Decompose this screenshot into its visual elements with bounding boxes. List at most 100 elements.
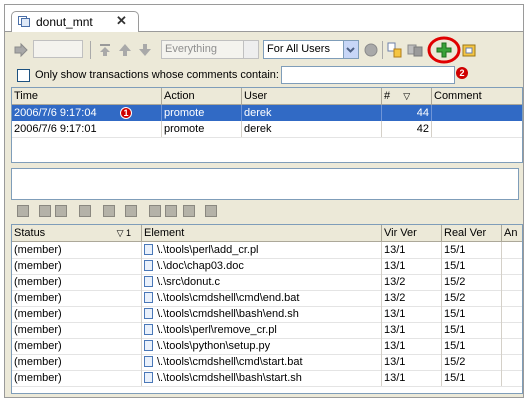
element-path: \.\doc\chap03.doc xyxy=(157,260,244,272)
element-row[interactable]: (member) \.\tools\perl\remove_cr.pl 13/1 15… xyxy=(12,322,522,339)
chevron-down-icon[interactable] xyxy=(343,41,358,58)
callout-1: 1 xyxy=(120,107,132,119)
tab-donut-mnt[interactable]: donut_mnt ✕ xyxy=(11,11,139,32)
compare-icon[interactable] xyxy=(387,42,403,58)
col-user[interactable]: User xyxy=(242,88,382,104)
cell-comment xyxy=(432,121,522,137)
cell-number: 44 xyxy=(382,105,432,121)
cell-comment xyxy=(432,105,522,121)
history-tab-icon xyxy=(18,16,30,27)
users-select[interactable]: For All Users xyxy=(263,40,359,59)
col-comment[interactable]: Comment xyxy=(432,88,522,104)
element-path: \.\tools\python\setup.py xyxy=(157,340,271,352)
col-an[interactable]: An xyxy=(502,225,522,241)
cell-element: \.\tools\perl\add_cr.pl xyxy=(142,242,382,258)
cell-status: (member) xyxy=(12,258,142,274)
scope-select[interactable]: Everything xyxy=(161,40,259,59)
promote-icon[interactable] xyxy=(149,205,161,217)
cell-an xyxy=(502,274,522,290)
tab-strip: donut_mnt ✕ xyxy=(5,5,523,32)
comment-textarea[interactable] xyxy=(11,168,519,200)
cell-user: derek xyxy=(242,105,382,121)
merge-icon[interactable] xyxy=(39,205,51,217)
elements-header: Status ▽ 1 Element Vir Ver Real Ver An xyxy=(12,225,522,242)
transaction-row[interactable]: 2006/7/6 9:17:04 promote derek 44 xyxy=(12,105,522,121)
close-icon[interactable]: ✕ xyxy=(116,13,127,29)
count-field[interactable] xyxy=(33,40,83,58)
toolbar-separator xyxy=(90,41,91,59)
col-element[interactable]: Element xyxy=(142,225,382,241)
toolbar-separator xyxy=(382,41,383,59)
file-icon[interactable] xyxy=(55,205,67,217)
cell-status: (member) xyxy=(12,306,142,322)
cell-element: \.\tools\cmdshell\cmd\start.bat xyxy=(142,354,382,370)
up-arrow-icon[interactable] xyxy=(117,42,133,58)
properties-icon[interactable] xyxy=(461,42,477,58)
tab-label: donut_mnt xyxy=(36,15,93,29)
sort-descending-icon: ▽ xyxy=(403,91,411,101)
file-icon xyxy=(144,260,153,271)
element-row[interactable]: (member) \.\tools\cmdshell\cmd\end.bat 13/… xyxy=(12,290,522,307)
transaction-row[interactable]: 2006/7/6 9:17:01 promote derek 42 xyxy=(12,121,522,138)
comment-filter-checkbox[interactable] xyxy=(17,69,30,82)
stop-icon[interactable] xyxy=(363,42,379,58)
cell-real-ver: 15/1 xyxy=(442,322,502,338)
cell-vir-ver: 13/1 xyxy=(382,258,442,274)
cell-an xyxy=(502,322,522,338)
col-action[interactable]: Action xyxy=(162,88,242,104)
branch-icon[interactable] xyxy=(125,205,137,217)
element-row[interactable]: (member) \.\tools\cmdshell\bash\start.sh 1… xyxy=(12,370,522,387)
go-arrow-icon[interactable] xyxy=(13,42,29,58)
users-select-value: For All Users xyxy=(267,43,330,55)
col-number-label: # xyxy=(384,90,391,102)
element-row[interactable]: (member) \.\doc\chap03.doc 13/1 15/1 xyxy=(12,258,522,275)
highlight-ring xyxy=(427,36,461,64)
col-real-ver[interactable]: Real Ver xyxy=(442,225,502,241)
cell-an xyxy=(502,306,522,322)
down-arrow-icon[interactable] xyxy=(137,42,153,58)
element-path: \.\tools\perl\remove_cr.pl xyxy=(157,324,277,336)
comment-filter-input[interactable] xyxy=(281,66,455,84)
top-icon[interactable] xyxy=(97,42,113,58)
open-icon[interactable] xyxy=(17,205,29,217)
element-row[interactable]: (member) \.\tools\cmdshell\cmd\start.bat 1… xyxy=(12,354,522,371)
col-number[interactable]: # ▽ xyxy=(382,88,432,104)
cell-status: (member) xyxy=(12,322,142,338)
history-toolbar: Everything For All Users 2 xyxy=(11,36,519,79)
cell-action: promote xyxy=(162,121,242,137)
chevron-down-icon[interactable] xyxy=(243,41,258,58)
col-time[interactable]: Time xyxy=(12,88,162,104)
file-icon xyxy=(144,244,153,255)
cell-number: 42 xyxy=(382,121,432,137)
cell-status: (member) xyxy=(12,354,142,370)
col-vir-ver[interactable]: Vir Ver xyxy=(382,225,442,241)
file-icon xyxy=(144,324,153,335)
element-row[interactable]: (member) \.\src\donut.c 13/2 15/2 xyxy=(12,274,522,291)
cell-element: \.\tools\perl\remove_cr.pl xyxy=(142,322,382,338)
elements-table: Status ▽ 1 Element Vir Ver Real Ver An (… xyxy=(11,224,523,394)
file-icon xyxy=(144,308,153,319)
element-row[interactable]: (member) \.\tools\cmdshell\bash\end.sh 13/… xyxy=(12,306,522,323)
hierarchy-icon[interactable] xyxy=(103,205,115,217)
transactions-table: Time Action User # ▽ Comment 2006/7/6 9:… xyxy=(11,87,523,163)
folder-icon[interactable] xyxy=(165,205,177,217)
cell-vir-ver: 13/1 xyxy=(382,370,442,386)
cell-element: \.\tools\python\setup.py xyxy=(142,338,382,354)
col-status[interactable]: Status ▽ 1 xyxy=(12,225,142,241)
cell-vir-ver: 13/1 xyxy=(382,242,442,258)
cell-status: (member) xyxy=(12,274,142,290)
cell-element: \.\tools\cmdshell\cmd\end.bat xyxy=(142,290,382,306)
element-path: \.\tools\perl\add_cr.pl xyxy=(157,244,259,256)
element-path: \.\tools\cmdshell\bash\end.sh xyxy=(157,308,299,320)
element-row[interactable]: (member) \.\tools\python\setup.py 13/1 15/1 xyxy=(12,338,522,355)
grid-icon[interactable] xyxy=(79,205,91,217)
cell-an xyxy=(502,290,522,306)
cell-status: (member) xyxy=(12,242,142,258)
save-icon[interactable] xyxy=(205,205,217,217)
diff-icon[interactable] xyxy=(407,42,423,58)
cell-action: promote xyxy=(162,105,242,121)
cell-user: derek xyxy=(242,121,382,137)
document-icon[interactable] xyxy=(183,205,195,217)
cell-status: (member) xyxy=(12,370,142,386)
element-row[interactable]: (member) \.\tools\perl\add_cr.pl 13/1 15/1 xyxy=(12,242,522,259)
